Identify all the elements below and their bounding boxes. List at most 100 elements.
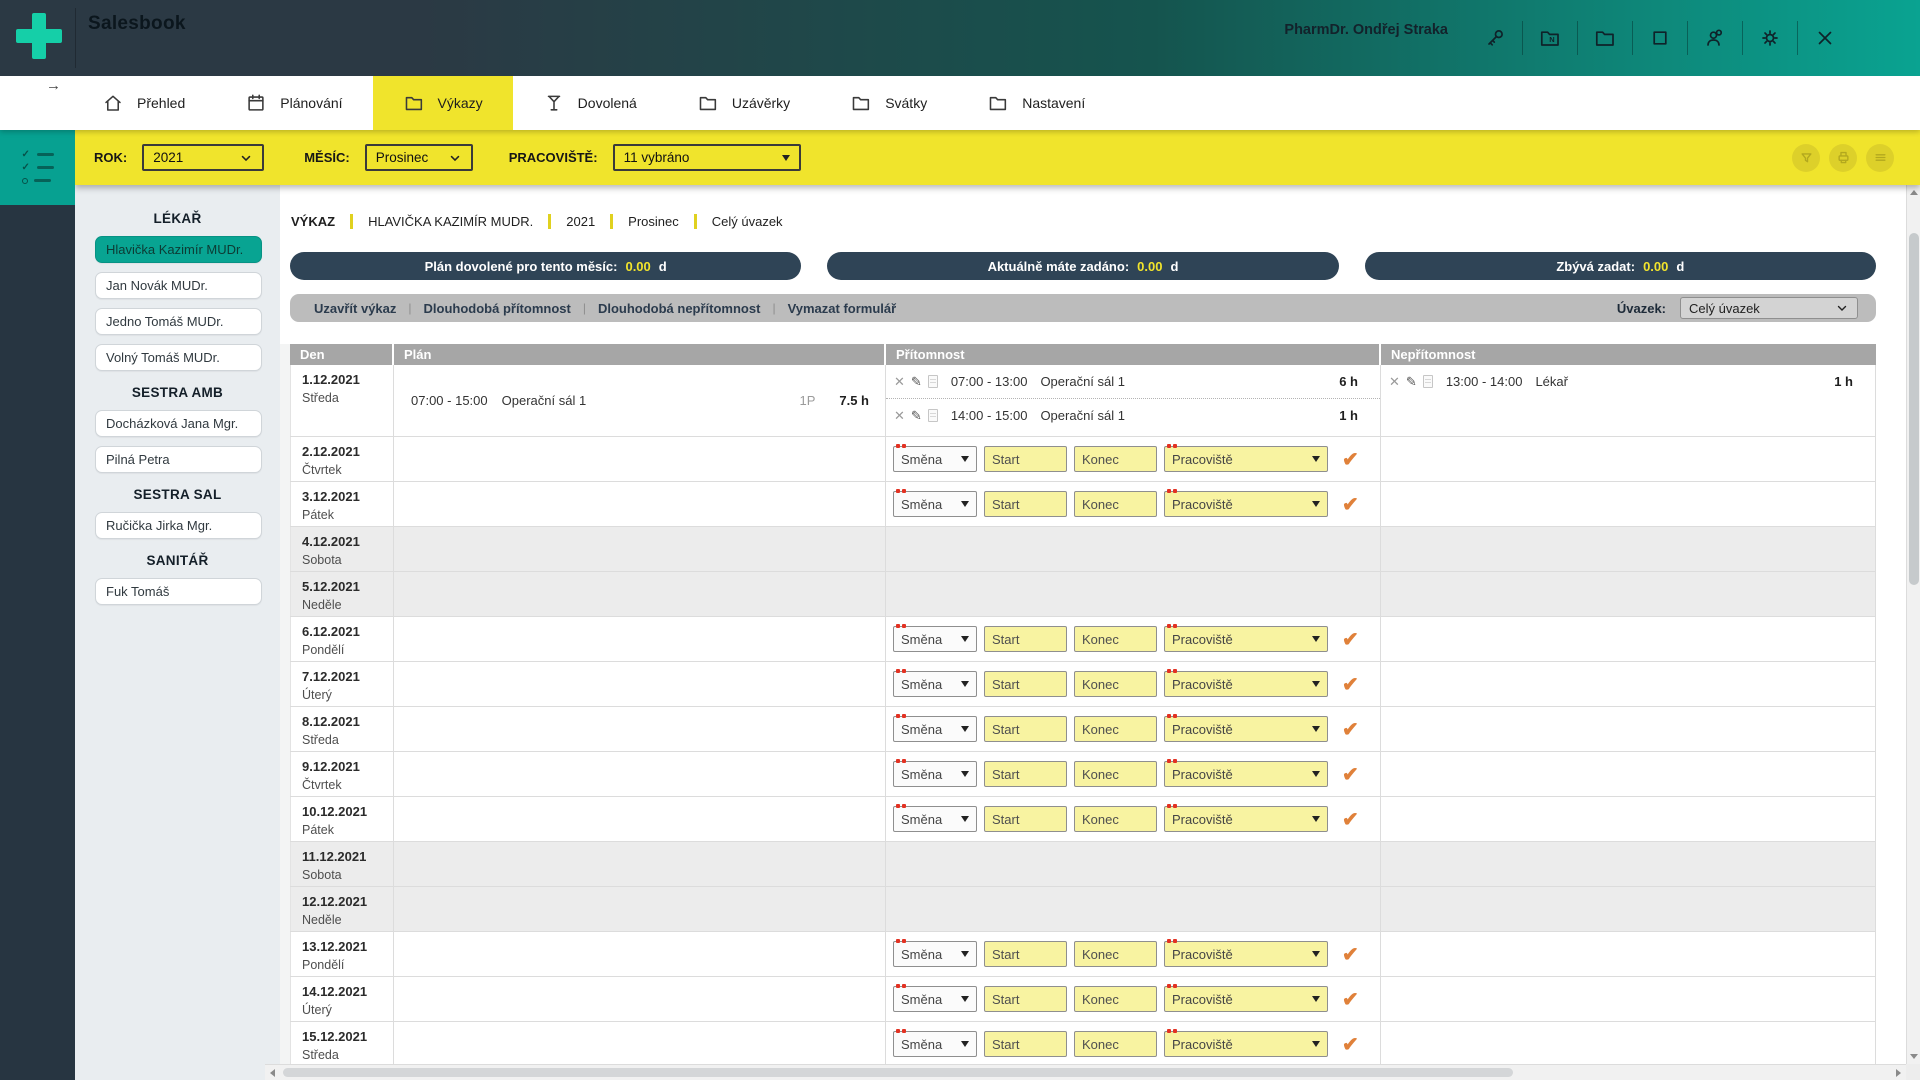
smena-select[interactable]: Směna: [893, 626, 977, 652]
print-button[interactable]: [1829, 144, 1857, 172]
confirm-check-button[interactable]: ✔: [1342, 762, 1359, 787]
pracoviste-row-select[interactable]: Pracoviště: [1164, 716, 1328, 742]
smena-select[interactable]: Směna: [893, 491, 977, 517]
konec-input[interactable]: [1074, 626, 1157, 652]
horizontal-scroll-thumb[interactable]: [283, 1068, 1513, 1077]
action-vymazat-formular[interactable]: Vymazat formulář: [776, 301, 909, 316]
pracoviste-row-select[interactable]: Pracoviště: [1164, 941, 1328, 967]
action-uzavrit-vykaz[interactable]: Uzavřít výkaz: [302, 301, 408, 316]
uvazek-select[interactable]: Celý úvazek: [1680, 297, 1858, 319]
delete-icon[interactable]: ✕: [894, 409, 905, 422]
pracoviste-select[interactable]: 11 vybráno: [613, 144, 801, 171]
konec-input[interactable]: [1074, 761, 1157, 787]
confirm-check-button[interactable]: ✔: [1342, 447, 1359, 472]
sidebar-toggle[interactable]: ✓ ✓: [0, 130, 75, 205]
collapse-arrow-icon[interactable]: →: [46, 77, 61, 94]
scroll-right-icon[interactable]: [1896, 1069, 1901, 1077]
delete-icon[interactable]: ✕: [894, 375, 905, 388]
action-dlouhodoba-pritomnost[interactable]: Dlouhodobá přítomnost: [412, 301, 583, 316]
konec-input[interactable]: [1074, 716, 1157, 742]
pracoviste-row-select[interactable]: Pracoviště: [1164, 986, 1328, 1012]
tab-uzaverky[interactable]: Uzávěrky: [667, 76, 820, 130]
confirm-check-button[interactable]: ✔: [1342, 492, 1359, 517]
copy-icon[interactable]: [928, 409, 938, 422]
tab-vykazy[interactable]: Výkazy: [373, 76, 513, 130]
confirm-check-button[interactable]: ✔: [1342, 807, 1359, 832]
smena-select[interactable]: Směna: [893, 761, 977, 787]
start-input[interactable]: [984, 491, 1067, 517]
start-input[interactable]: [984, 716, 1067, 742]
tab-svatky[interactable]: Svátky: [820, 76, 957, 130]
pracoviste-row-select[interactable]: Pracoviště: [1164, 806, 1328, 832]
edit-icon[interactable]: ✎: [911, 375, 922, 388]
confirm-check-button[interactable]: ✔: [1342, 672, 1359, 697]
start-input[interactable]: [984, 1031, 1067, 1057]
rok-select[interactable]: 2021: [142, 144, 264, 171]
sidebar-item-fuk-tomas[interactable]: Fuk Tomáš: [95, 578, 262, 605]
sidebar-item-pilna-petra[interactable]: Pilná Petra: [95, 446, 262, 473]
tab-nastaveni[interactable]: Nastavení: [957, 76, 1115, 130]
edit-icon[interactable]: ✎: [1406, 375, 1417, 388]
konec-input[interactable]: [1074, 446, 1157, 472]
konec-input[interactable]: [1074, 491, 1157, 517]
confirm-check-button[interactable]: ✔: [1342, 1032, 1359, 1057]
copy-icon[interactable]: [1423, 375, 1433, 388]
pracoviste-row-select[interactable]: Pracoviště: [1164, 671, 1328, 697]
sidebar-item-hlavicka-kazimir-mudr-[interactable]: Hlavička Kazimír MUDr.: [95, 236, 262, 263]
mesic-select[interactable]: Prosinec: [365, 144, 473, 171]
copy-icon[interactable]: [928, 375, 938, 388]
filter-button[interactable]: [1792, 144, 1820, 172]
edit-icon[interactable]: ✎: [911, 409, 922, 422]
start-input[interactable]: [984, 806, 1067, 832]
pracoviste-row-select[interactable]: Pracoviště: [1164, 446, 1328, 472]
pracoviste-row-select[interactable]: Pracoviště: [1164, 491, 1328, 517]
konec-input[interactable]: [1074, 1031, 1157, 1057]
horizontal-scrollbar[interactable]: [265, 1064, 1906, 1080]
konec-input[interactable]: [1074, 986, 1157, 1012]
action-dlouhodoba-nepritomnost[interactable]: Dlouhodobá nepřítomnost: [586, 301, 772, 316]
konec-input[interactable]: [1074, 671, 1157, 697]
sidebar-item-volny-tomas-mudr-[interactable]: Volný Tomáš MUDr.: [95, 344, 262, 371]
scroll-up-icon[interactable]: [1910, 190, 1918, 195]
pracoviste-row-select[interactable]: Pracoviště: [1164, 761, 1328, 787]
confirm-check-button[interactable]: ✔: [1342, 717, 1359, 742]
scroll-down-icon[interactable]: [1910, 1054, 1918, 1059]
folder-n-icon[interactable]: N: [1538, 26, 1562, 50]
konec-input[interactable]: [1074, 806, 1157, 832]
tab-dovolena[interactable]: Dovolená: [513, 76, 667, 130]
smena-select[interactable]: Směna: [893, 941, 977, 967]
start-input[interactable]: [984, 671, 1067, 697]
sidebar-item-rucicka-jirka-mgr-[interactable]: Ručička Jirka Mgr.: [95, 512, 262, 539]
tab-planovani[interactable]: Plánování: [215, 76, 372, 130]
vertical-scroll-thumb[interactable]: [1909, 233, 1919, 585]
close-icon[interactable]: [1813, 26, 1837, 50]
sidebar-item-dochazkova-jana-mgr-[interactable]: Docházková Jana Mgr.: [95, 410, 262, 437]
user-switch-icon[interactable]: [1703, 26, 1727, 50]
gear-icon[interactable]: [1758, 26, 1782, 50]
pracoviste-row-select[interactable]: Pracoviště: [1164, 626, 1328, 652]
sidebar-item-jan-novak-mudr-[interactable]: Jan Novák MUDr.: [95, 272, 262, 299]
confirm-check-button[interactable]: ✔: [1342, 627, 1359, 652]
start-input[interactable]: [984, 941, 1067, 967]
smena-select[interactable]: Směna: [893, 986, 977, 1012]
menu-button[interactable]: [1866, 144, 1894, 172]
smena-select[interactable]: Směna: [893, 716, 977, 742]
stop-icon[interactable]: [1648, 26, 1672, 50]
start-input[interactable]: [984, 626, 1067, 652]
delete-icon[interactable]: ✕: [1389, 375, 1400, 388]
smena-select[interactable]: Směna: [893, 671, 977, 697]
start-input[interactable]: [984, 986, 1067, 1012]
smena-select[interactable]: Směna: [893, 806, 977, 832]
confirm-check-button[interactable]: ✔: [1342, 987, 1359, 1012]
vertical-scrollbar[interactable]: [1906, 185, 1920, 1064]
sidebar-item-jedno-tomas-mudr-[interactable]: Jedno Tomáš MUDr.: [95, 308, 262, 335]
start-input[interactable]: [984, 761, 1067, 787]
pracoviste-row-select[interactable]: Pracoviště: [1164, 1031, 1328, 1057]
confirm-check-button[interactable]: ✔: [1342, 942, 1359, 967]
smena-select[interactable]: Směna: [893, 1031, 977, 1057]
konec-input[interactable]: [1074, 941, 1157, 967]
smena-select[interactable]: Směna: [893, 446, 977, 472]
folder-icon[interactable]: [1593, 26, 1617, 50]
key-icon[interactable]: [1483, 26, 1507, 50]
tab-prehled[interactable]: Přehled: [72, 76, 215, 130]
